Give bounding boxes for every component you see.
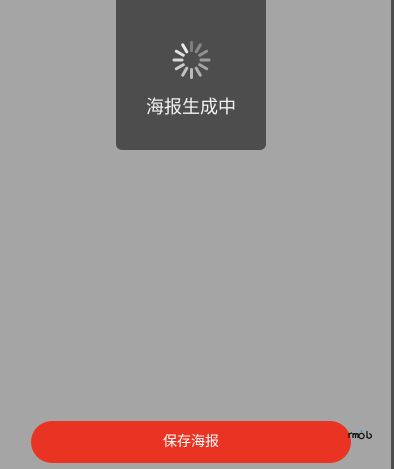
save-poster-button[interactable]: 保存海报 bbox=[31, 421, 351, 463]
spinner-segment bbox=[189, 68, 193, 79]
spinner-segment bbox=[173, 49, 185, 58]
loading-text: 海报生成中 bbox=[146, 97, 236, 118]
loading-toast: 海报生成中 bbox=[116, 0, 266, 150]
spinner-icon bbox=[172, 41, 210, 79]
brand-logo bbox=[348, 429, 373, 440]
spinner-segment bbox=[197, 49, 209, 58]
spinner-segment bbox=[172, 58, 183, 62]
spinner-segment bbox=[193, 66, 202, 78]
spinner-segment bbox=[199, 58, 210, 62]
spinner-segment bbox=[180, 66, 189, 78]
spinner-segment bbox=[189, 41, 193, 52]
